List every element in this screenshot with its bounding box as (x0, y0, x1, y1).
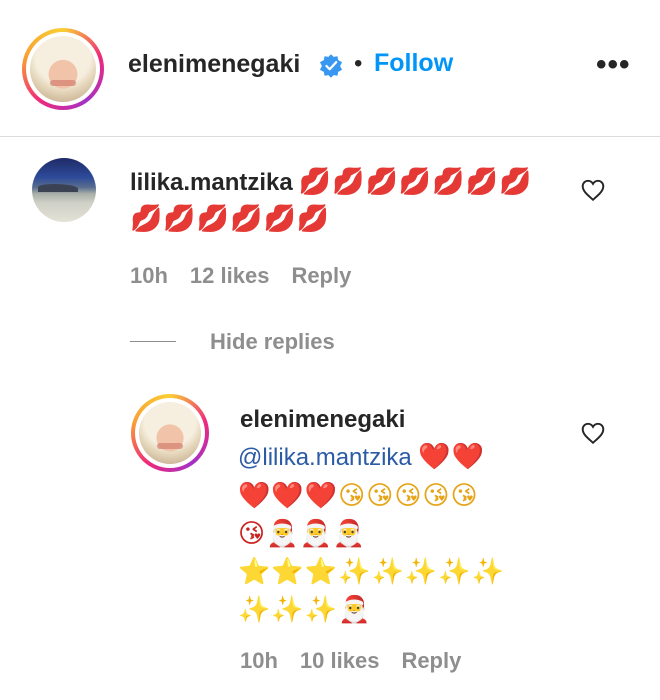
header-avatar-story-ring[interactable] (22, 28, 104, 110)
reply-mention[interactable]: @lilika.mantzika (238, 444, 412, 471)
reply-emojis-line4: ⭐⭐⭐✨✨✨✨✨ (238, 557, 505, 587)
comment-reply-button[interactable]: Reply (291, 263, 351, 288)
comment-like-heart-icon[interactable] (580, 177, 606, 203)
reply-likes[interactable]: 10 likes (300, 648, 380, 673)
comment-likes[interactable]: 12 likes (190, 263, 270, 288)
follow-button[interactable]: Follow (374, 49, 453, 78)
hide-replies-button[interactable]: Hide replies (210, 329, 335, 355)
comment-time: 10h (130, 263, 168, 288)
reply-emojis-line5: ✨✨✨🎅 (238, 595, 372, 625)
reply-avatar-story-ring[interactable] (131, 394, 209, 472)
reply-text: @lilika.mantzika ❤️❤️ ❤️❤️❤️😘😘😘😘😘 😘🎅🎅🎅 ⭐… (238, 438, 578, 629)
comment-text: lilika.mantzika 💋💋💋💋💋💋💋💋💋💋💋💋💋 (130, 164, 550, 238)
comment-meta: 10h 12 likes Reply (130, 263, 373, 289)
reply-emojis-line2: ❤️❤️❤️😘😘😘😘😘 (238, 481, 479, 511)
reply-reply-button[interactable]: Reply (401, 648, 461, 673)
header-separator: • (354, 50, 363, 77)
commenter-avatar[interactable] (32, 158, 96, 222)
verified-badge-icon (319, 54, 343, 78)
reply-username[interactable]: elenimenegaki (240, 406, 405, 434)
reply-like-heart-icon[interactable] (580, 420, 606, 446)
reply-emojis-line3: 😘🎅🎅🎅 (238, 519, 367, 549)
reply-emojis-line1: ❤️❤️ (418, 442, 486, 472)
hide-replies-line (130, 341, 176, 342)
comment-username[interactable]: lilika.mantzika (130, 169, 293, 196)
header-avatar[interactable] (30, 36, 96, 102)
more-options-icon[interactable]: ••• (596, 48, 631, 82)
reply-meta: 10h 10 likes Reply (240, 648, 483, 674)
post-header: elenimenegaki • Follow ••• (0, 0, 660, 137)
reply-avatar[interactable] (139, 402, 201, 464)
reply-time: 10h (240, 648, 278, 673)
header-username[interactable]: elenimenegaki (128, 50, 300, 79)
